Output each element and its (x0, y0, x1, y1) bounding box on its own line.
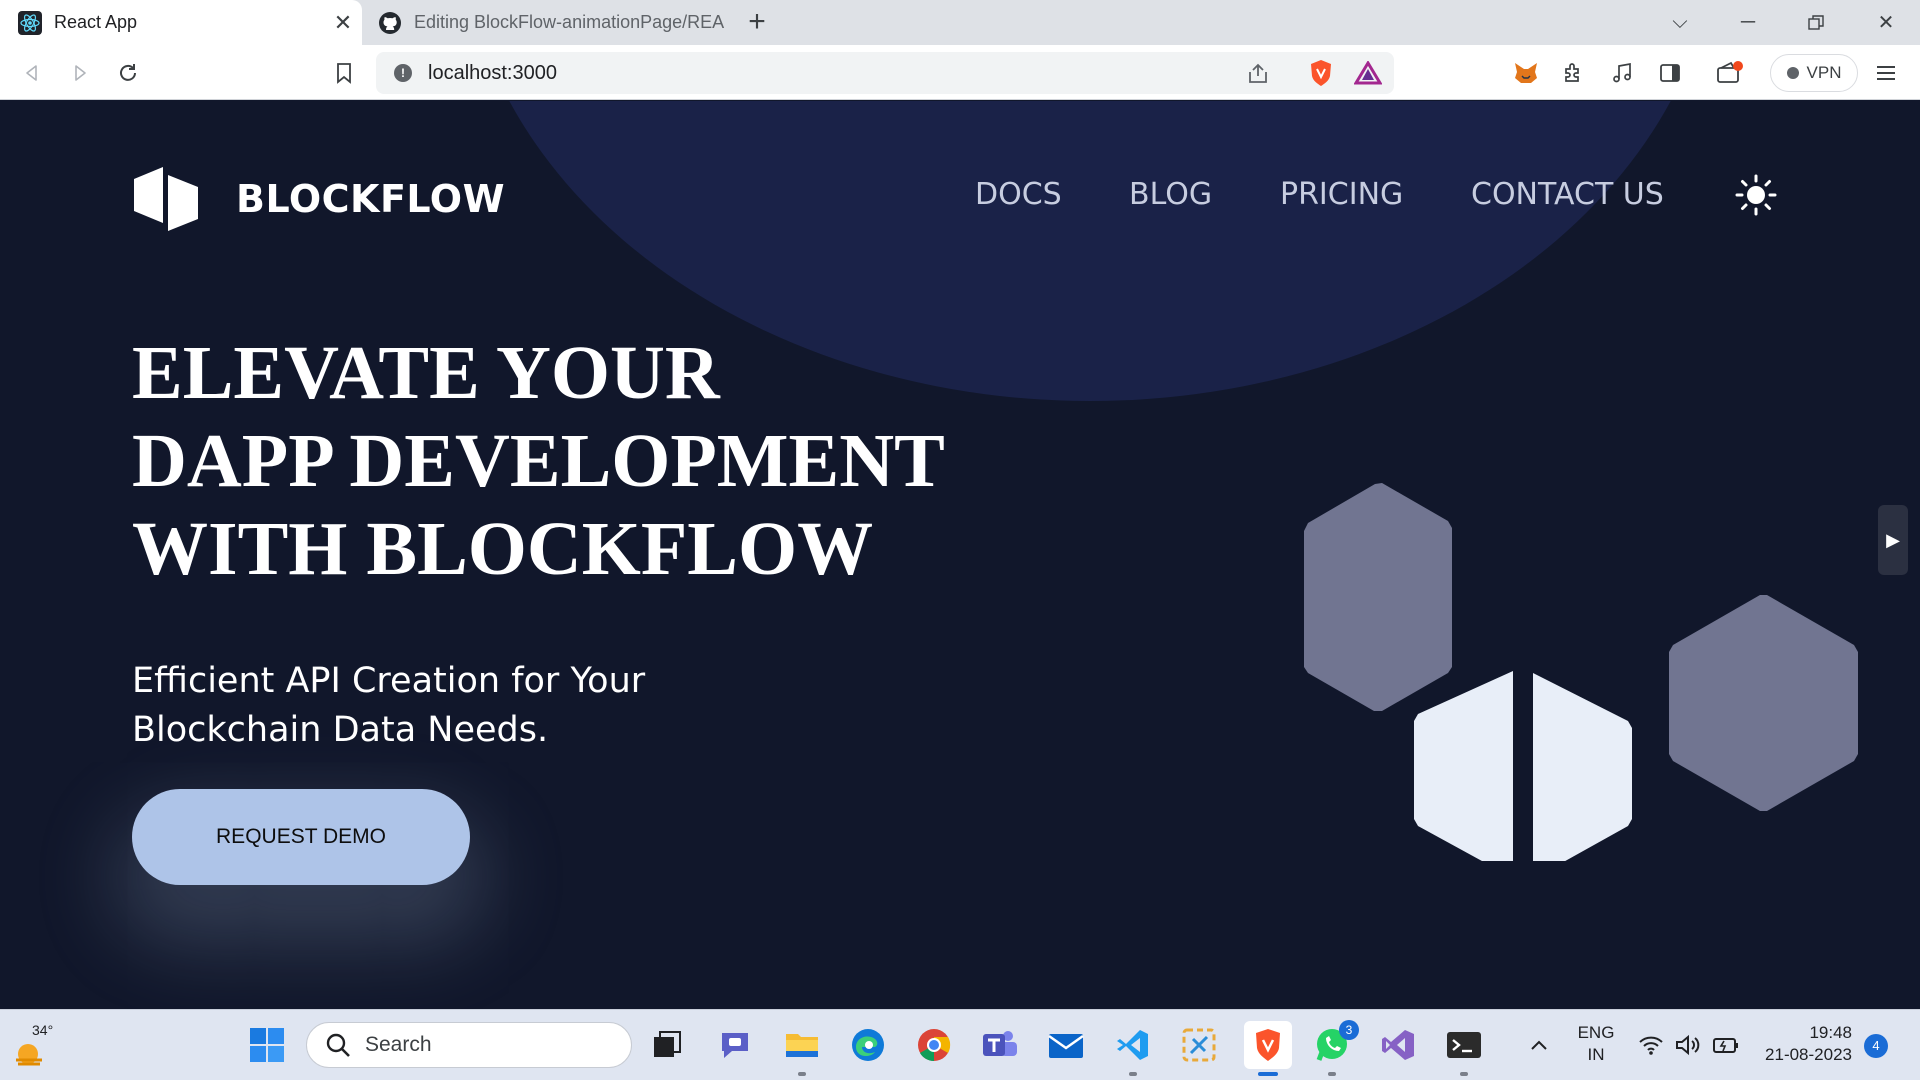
request-demo-button[interactable]: REQUEST DEMO (132, 789, 470, 885)
task-view-icon[interactable] (646, 1024, 688, 1066)
language-indicator[interactable]: ENG IN (1572, 1022, 1620, 1066)
sidebar-toggle-icon[interactable] (1650, 53, 1690, 93)
clock-time: 19:48 (1809, 1023, 1852, 1042)
teams-icon[interactable] (979, 1024, 1021, 1066)
browser-tab-bar: React App ✕ Editing BlockFlow-animationP… (0, 0, 1920, 45)
windows-taskbar: 34° Search 3 ENG IN 19:48 21-08-2023 4 (0, 1009, 1920, 1080)
terminal-icon[interactable] (1443, 1024, 1485, 1076)
whatsapp-unread-badge: 3 (1339, 1020, 1359, 1040)
metamask-icon[interactable] (1506, 53, 1546, 93)
volume-icon[interactable] (1674, 1033, 1700, 1057)
visual-studio-icon[interactable] (1377, 1024, 1419, 1066)
reload-icon[interactable] (108, 53, 148, 93)
brand-logo[interactable]: BLOCKFLOW (132, 167, 505, 231)
vpn-button[interactable]: VPN (1770, 54, 1858, 92)
weather-temperature: 34° (32, 1022, 54, 1038)
tab-title: React App (54, 12, 138, 32)
browser-toolbar: ! localhost:3000 VPN (0, 45, 1920, 100)
forward-icon[interactable] (60, 53, 100, 93)
sun-icon[interactable] (1734, 173, 1778, 217)
brand-name: BLOCKFLOW (236, 177, 505, 221)
taskbar-search-box[interactable]: Search (306, 1022, 632, 1068)
hero-subtitle: Efficient API Creation for Your Blockcha… (132, 657, 645, 755)
edge-icon[interactable] (847, 1024, 889, 1066)
running-indicator (1328, 1072, 1336, 1076)
logo-half-right (1533, 673, 1632, 861)
clock-date: 21-08-2023 (1765, 1045, 1852, 1064)
windows-start-icon[interactable] (246, 1024, 288, 1066)
chrome-icon[interactable] (913, 1024, 955, 1066)
hero-title-line: WITH BLOCKFLOW (132, 507, 874, 591)
restore-icon[interactable] (1782, 0, 1850, 45)
extensions-icon[interactable] (1554, 53, 1594, 93)
battery-icon[interactable] (1712, 1035, 1740, 1055)
hero-title-line: DAPP DEVELOPMENT (132, 419, 945, 503)
nav-pricing[interactable]: PRICING (1280, 177, 1403, 212)
whatsapp-icon[interactable]: 3 (1311, 1020, 1359, 1076)
bookmark-icon[interactable] (324, 53, 364, 93)
running-indicator (1129, 1072, 1137, 1076)
hero-title-line: ELEVATE YOUR (132, 331, 720, 415)
weather-widget[interactable]: 34° (12, 1022, 64, 1068)
vpn-label: VPN (1806, 63, 1842, 82)
vscode-icon[interactable] (1112, 1024, 1154, 1076)
file-explorer-icon[interactable] (781, 1024, 823, 1076)
nav-blog[interactable]: BLOG (1129, 177, 1212, 212)
side-panel-arrow-icon[interactable]: ▶ (1878, 505, 1908, 575)
running-indicator (798, 1072, 806, 1076)
nav-docs[interactable]: DOCS (975, 177, 1062, 212)
new-tab-button[interactable]: + (740, 6, 774, 40)
url-text: localhost:3000 (428, 62, 557, 84)
hexagon-right (1669, 595, 1858, 811)
hexagon-top (1304, 483, 1452, 711)
hexagon-illustration (1304, 483, 1858, 861)
tab-react-app[interactable]: React App ✕ (0, 0, 362, 45)
wifi-icon[interactable] (1638, 1034, 1664, 1056)
tab-github-editor[interactable]: Editing BlockFlow-animationPage/REA (372, 0, 732, 45)
clock[interactable]: 19:48 21-08-2023 (1756, 1022, 1852, 1066)
vpn-status-icon (1786, 67, 1799, 79)
tab-close-icon[interactable]: ✕ (328, 8, 358, 38)
share-icon[interactable] (1246, 62, 1270, 84)
search-icon (326, 1033, 350, 1057)
active-indicator (1258, 1072, 1278, 1076)
github-icon (379, 11, 401, 34)
back-icon[interactable] (12, 53, 52, 93)
language-code: ENG (1577, 1023, 1615, 1042)
mail-icon[interactable] (1045, 1024, 1087, 1066)
logo-half-left (1414, 671, 1513, 861)
blockflow-page: BLOCKFLOW DOCS BLOG PRICING CONTACT US E… (0, 101, 1920, 1009)
region-code: IN (1587, 1045, 1605, 1064)
brave-browser-icon[interactable] (1244, 1021, 1292, 1076)
brave-shield-icon[interactable] (1308, 59, 1334, 87)
snipping-tool-icon[interactable] (1178, 1024, 1220, 1066)
close-window-icon[interactable]: ✕ (1852, 0, 1920, 45)
show-hidden-icons-chevron-icon[interactable] (1518, 1024, 1560, 1066)
address-bar[interactable]: ! localhost:3000 (376, 52, 1394, 94)
chat-icon[interactable] (714, 1024, 756, 1066)
brave-rewards-icon[interactable] (1354, 61, 1382, 85)
nav-contact-us[interactable]: CONTACT US (1471, 177, 1664, 212)
running-indicator (1460, 1072, 1468, 1076)
notification-badge[interactable]: 4 (1864, 1034, 1888, 1058)
hero-title: ELEVATE YOUR DAPP DEVELOPMENT WITH BLOCK… (132, 329, 945, 593)
hero-subtitle-line: Blockchain Data Needs. (132, 710, 549, 750)
minimize-icon[interactable]: ─ (1714, 0, 1782, 45)
wallet-icon[interactable] (1710, 53, 1750, 93)
tab-search-chevron-icon[interactable]: ⌵ (1646, 0, 1714, 45)
tab-title: Editing BlockFlow-animationPage/REA (414, 12, 725, 32)
hero-subtitle-line: Efficient API Creation for Your (132, 661, 646, 701)
music-icon[interactable] (1602, 53, 1642, 93)
react-icon (18, 10, 42, 35)
search-placeholder: Search (365, 1033, 432, 1056)
blockflow-logo-icon (134, 167, 198, 231)
menu-icon[interactable] (1866, 53, 1906, 93)
site-info-icon[interactable]: ! (394, 64, 412, 82)
